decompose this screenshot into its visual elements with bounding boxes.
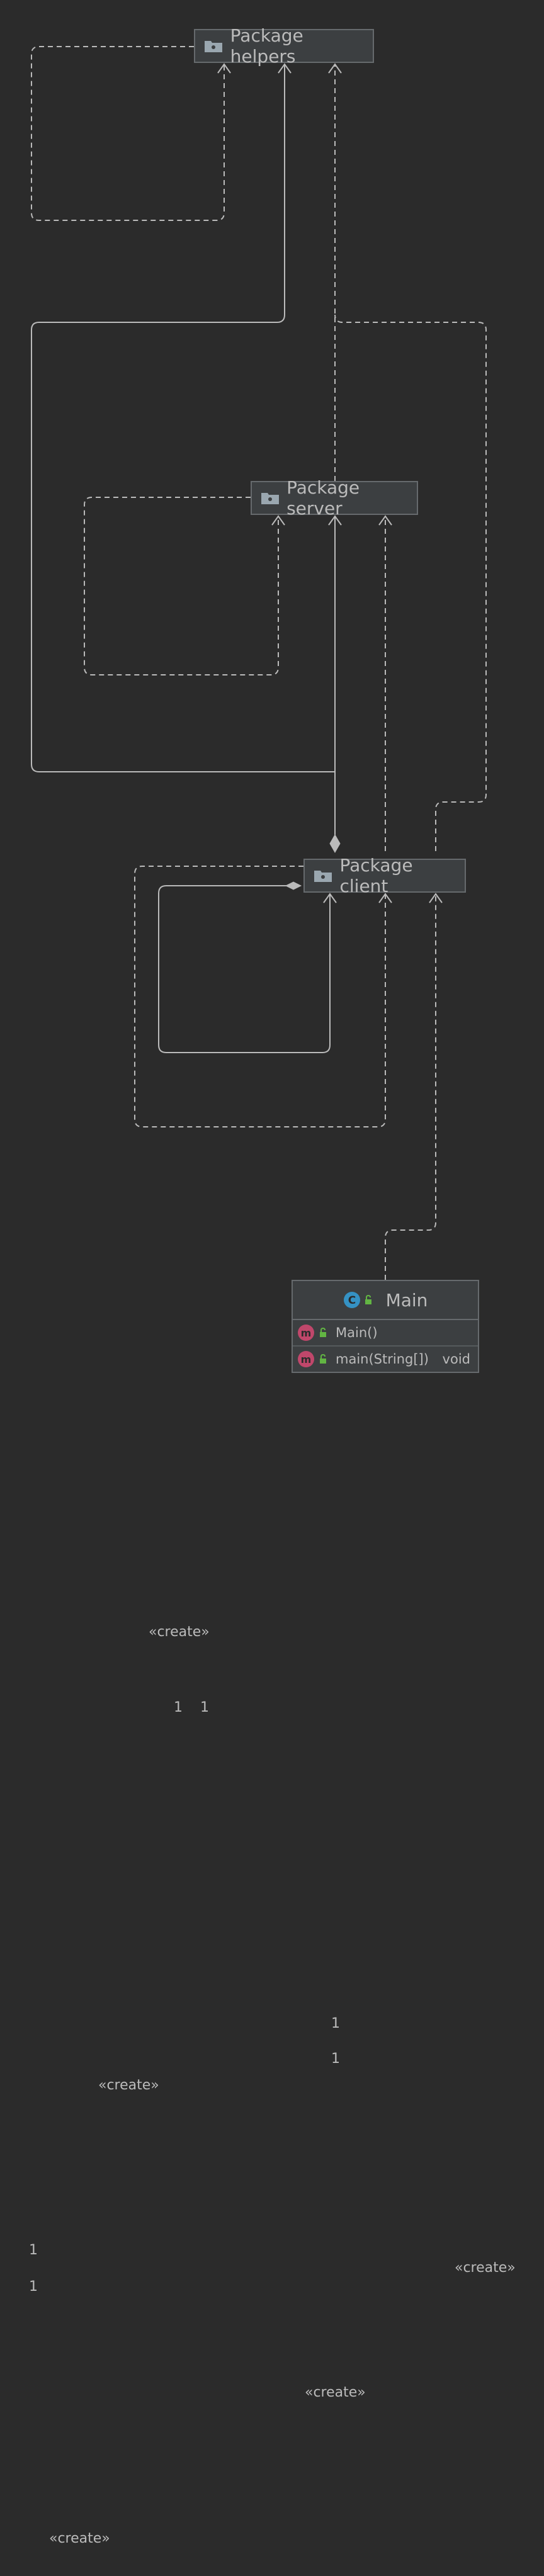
multiplicity-label: 1 — [331, 2051, 340, 2067]
package-server-label: Package server — [286, 477, 360, 519]
package-helpers-label: Package helpers — [230, 25, 303, 67]
folder-package-icon — [314, 869, 332, 883]
class-icon: C — [343, 1292, 360, 1308]
package-client[interactable]: Package client — [303, 855, 466, 896]
multiplicity-label: 1 — [200, 1700, 209, 1715]
stereotype-label: «create» — [49, 2531, 110, 2546]
multiplicity-label: 1 — [331, 2016, 340, 2031]
edge-client-helpers-right — [334, 314, 487, 851]
class-member-row[interactable]: m Main() — [293, 1320, 478, 1345]
member-name: main(String[]) — [336, 1352, 429, 1367]
class-main-header: C Main — [293, 1281, 478, 1320]
public-lock-icon — [365, 1295, 371, 1304]
class-member-row[interactable]: m main(String[]) void — [293, 1345, 478, 1372]
multiplicity-label: 1 — [174, 1700, 183, 1715]
edge-client-self-outer — [134, 866, 386, 1127]
method-icon: m — [298, 1351, 314, 1367]
public-lock-icon — [320, 1354, 326, 1364]
edge-main-client — [385, 894, 436, 1280]
stereotype-label: «create» — [305, 2385, 366, 2400]
edge-client-helpers — [31, 64, 336, 835]
package-helpers[interactable]: Package helpers — [194, 25, 374, 67]
multiplicity-label: 1 — [29, 2279, 38, 2295]
svg-text:C: C — [348, 1294, 355, 1307]
class-main-name: Main — [385, 1289, 428, 1311]
edge-server-self — [84, 497, 279, 675]
multiplicity-label: 1 — [29, 2242, 38, 2258]
composition-diamond — [285, 881, 302, 890]
stereotype-label: «create» — [98, 2077, 159, 2093]
member-type: void — [442, 1352, 470, 1367]
method-icon: m — [298, 1325, 314, 1341]
stereotype-label: «create» — [455, 2260, 516, 2276]
package-server[interactable]: Package server — [251, 477, 418, 519]
composition-diamond — [329, 833, 341, 854]
edge-helpers-self — [31, 46, 225, 221]
class-main[interactable]: C Main m Main() m main(String[]) void — [292, 1280, 479, 1373]
folder-package-icon — [261, 491, 279, 505]
edge-client-self-inner — [158, 885, 331, 1053]
stereotype-label: «create» — [149, 1624, 210, 1640]
member-name: Main() — [336, 1325, 378, 1340]
package-client-label: Package client — [339, 855, 413, 896]
folder-package-icon — [204, 39, 223, 53]
public-lock-icon — [320, 1328, 326, 1337]
